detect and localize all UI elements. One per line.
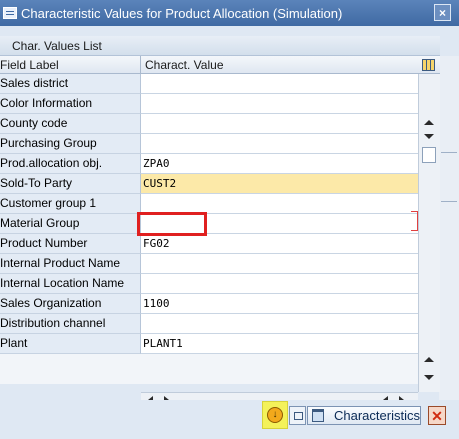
- row-value-input[interactable]: [141, 114, 418, 134]
- table-row[interactable]: Plant PLANT1: [0, 334, 418, 354]
- table-row[interactable]: Prod.allocation obj. ZPA0: [0, 154, 418, 174]
- close-button[interactable]: ×: [434, 4, 451, 21]
- window-title: Characteristic Values for Product Alloca…: [21, 5, 343, 21]
- row-label: Color Information: [0, 94, 141, 114]
- table-row-selected[interactable]: Sold-To Party CUST2: [0, 174, 418, 194]
- row-value-input[interactable]: FG02: [141, 234, 418, 254]
- scrollbar-thumb[interactable]: [422, 147, 436, 163]
- row-value-input[interactable]: [141, 74, 418, 94]
- row-value-input[interactable]: [141, 254, 418, 274]
- row-value-input[interactable]: ZPA0: [141, 154, 418, 174]
- scroll-down-icon[interactable]: [424, 134, 434, 139]
- row-value-input[interactable]: 1100: [141, 294, 418, 314]
- row-label: Sales district: [0, 74, 141, 94]
- row-label: Product Number: [0, 234, 141, 254]
- table-config-icon: [422, 58, 435, 71]
- vertical-scrollbar[interactable]: [418, 74, 440, 392]
- dialog-toolbar: ↓ Characteristics ✕: [0, 400, 459, 439]
- scroll-page-up-icon[interactable]: [424, 357, 434, 362]
- copy-values-button[interactable]: ↓: [262, 401, 288, 429]
- column-header-charact-value[interactable]: Charact. Value: [141, 56, 417, 73]
- table-title: Char. Values List: [0, 36, 440, 56]
- table-row[interactable]: Internal Product Name: [0, 254, 418, 274]
- column-header-field-label[interactable]: Field Label: [0, 56, 141, 73]
- trash-icon: [312, 409, 324, 422]
- row-label: Distribution channel: [0, 314, 141, 334]
- scroll-page-down-icon[interactable]: [424, 375, 434, 380]
- table-row[interactable]: Distribution channel: [0, 314, 418, 334]
- row-label: Customer group 1: [0, 194, 141, 214]
- table-row[interactable]: Sales Organization 1100: [0, 294, 418, 314]
- annotation-highlight-box: [137, 212, 207, 236]
- table-row[interactable]: Purchasing Group: [0, 134, 418, 154]
- table-row[interactable]: Internal Location Name: [0, 274, 418, 294]
- row-value-input[interactable]: [141, 194, 418, 214]
- row-value-input[interactable]: CUST2: [141, 174, 418, 194]
- characteristics-label: Characteristics: [334, 408, 420, 423]
- table-header: Field Label Charact. Value: [0, 56, 440, 74]
- row-label: Plant: [0, 334, 141, 354]
- row-value-input[interactable]: [141, 94, 418, 114]
- cancel-button[interactable]: ✕: [428, 406, 446, 425]
- row-label: Sold-To Party: [0, 174, 141, 194]
- background-window-edge: [439, 56, 459, 426]
- row-label: Internal Product Name: [0, 254, 141, 274]
- row-label: County code: [0, 114, 141, 134]
- copy-check-icon: ↓: [267, 407, 283, 423]
- row-label: Prod.allocation obj.: [0, 154, 141, 174]
- table-rows: Sales district Color Information County …: [0, 74, 418, 354]
- table-row[interactable]: Sales district: [0, 74, 418, 94]
- table-row[interactable]: Color Information: [0, 94, 418, 114]
- display-button[interactable]: [289, 406, 306, 425]
- table-row[interactable]: Material Group: [0, 214, 418, 234]
- row-label: Internal Location Name: [0, 274, 141, 294]
- row-value-input[interactable]: [141, 274, 418, 294]
- row-value-input[interactable]: [141, 134, 418, 154]
- table-row[interactable]: Product Number FG02: [0, 234, 418, 254]
- window-icon: [3, 7, 17, 19]
- row-value-input[interactable]: PLANT1: [141, 334, 418, 354]
- char-values-table: Char. Values List Field Label Charact. V…: [0, 36, 440, 406]
- window-title-bar: Characteristic Values for Product Alloca…: [0, 0, 459, 26]
- table-row[interactable]: County code: [0, 114, 418, 134]
- scroll-up-icon[interactable]: [424, 120, 434, 125]
- dialog-body: Char. Values List Field Label Charact. V…: [0, 26, 459, 439]
- selected-row-marker: [411, 211, 418, 231]
- table-settings-button[interactable]: [417, 56, 440, 73]
- row-value-input[interactable]: [141, 314, 418, 334]
- characteristics-button[interactable]: Characteristics: [307, 406, 421, 425]
- row-label: Material Group: [0, 214, 141, 234]
- row-label: Sales Organization: [0, 294, 141, 314]
- row-label: Purchasing Group: [0, 134, 141, 154]
- table-row[interactable]: Customer group 1: [0, 194, 418, 214]
